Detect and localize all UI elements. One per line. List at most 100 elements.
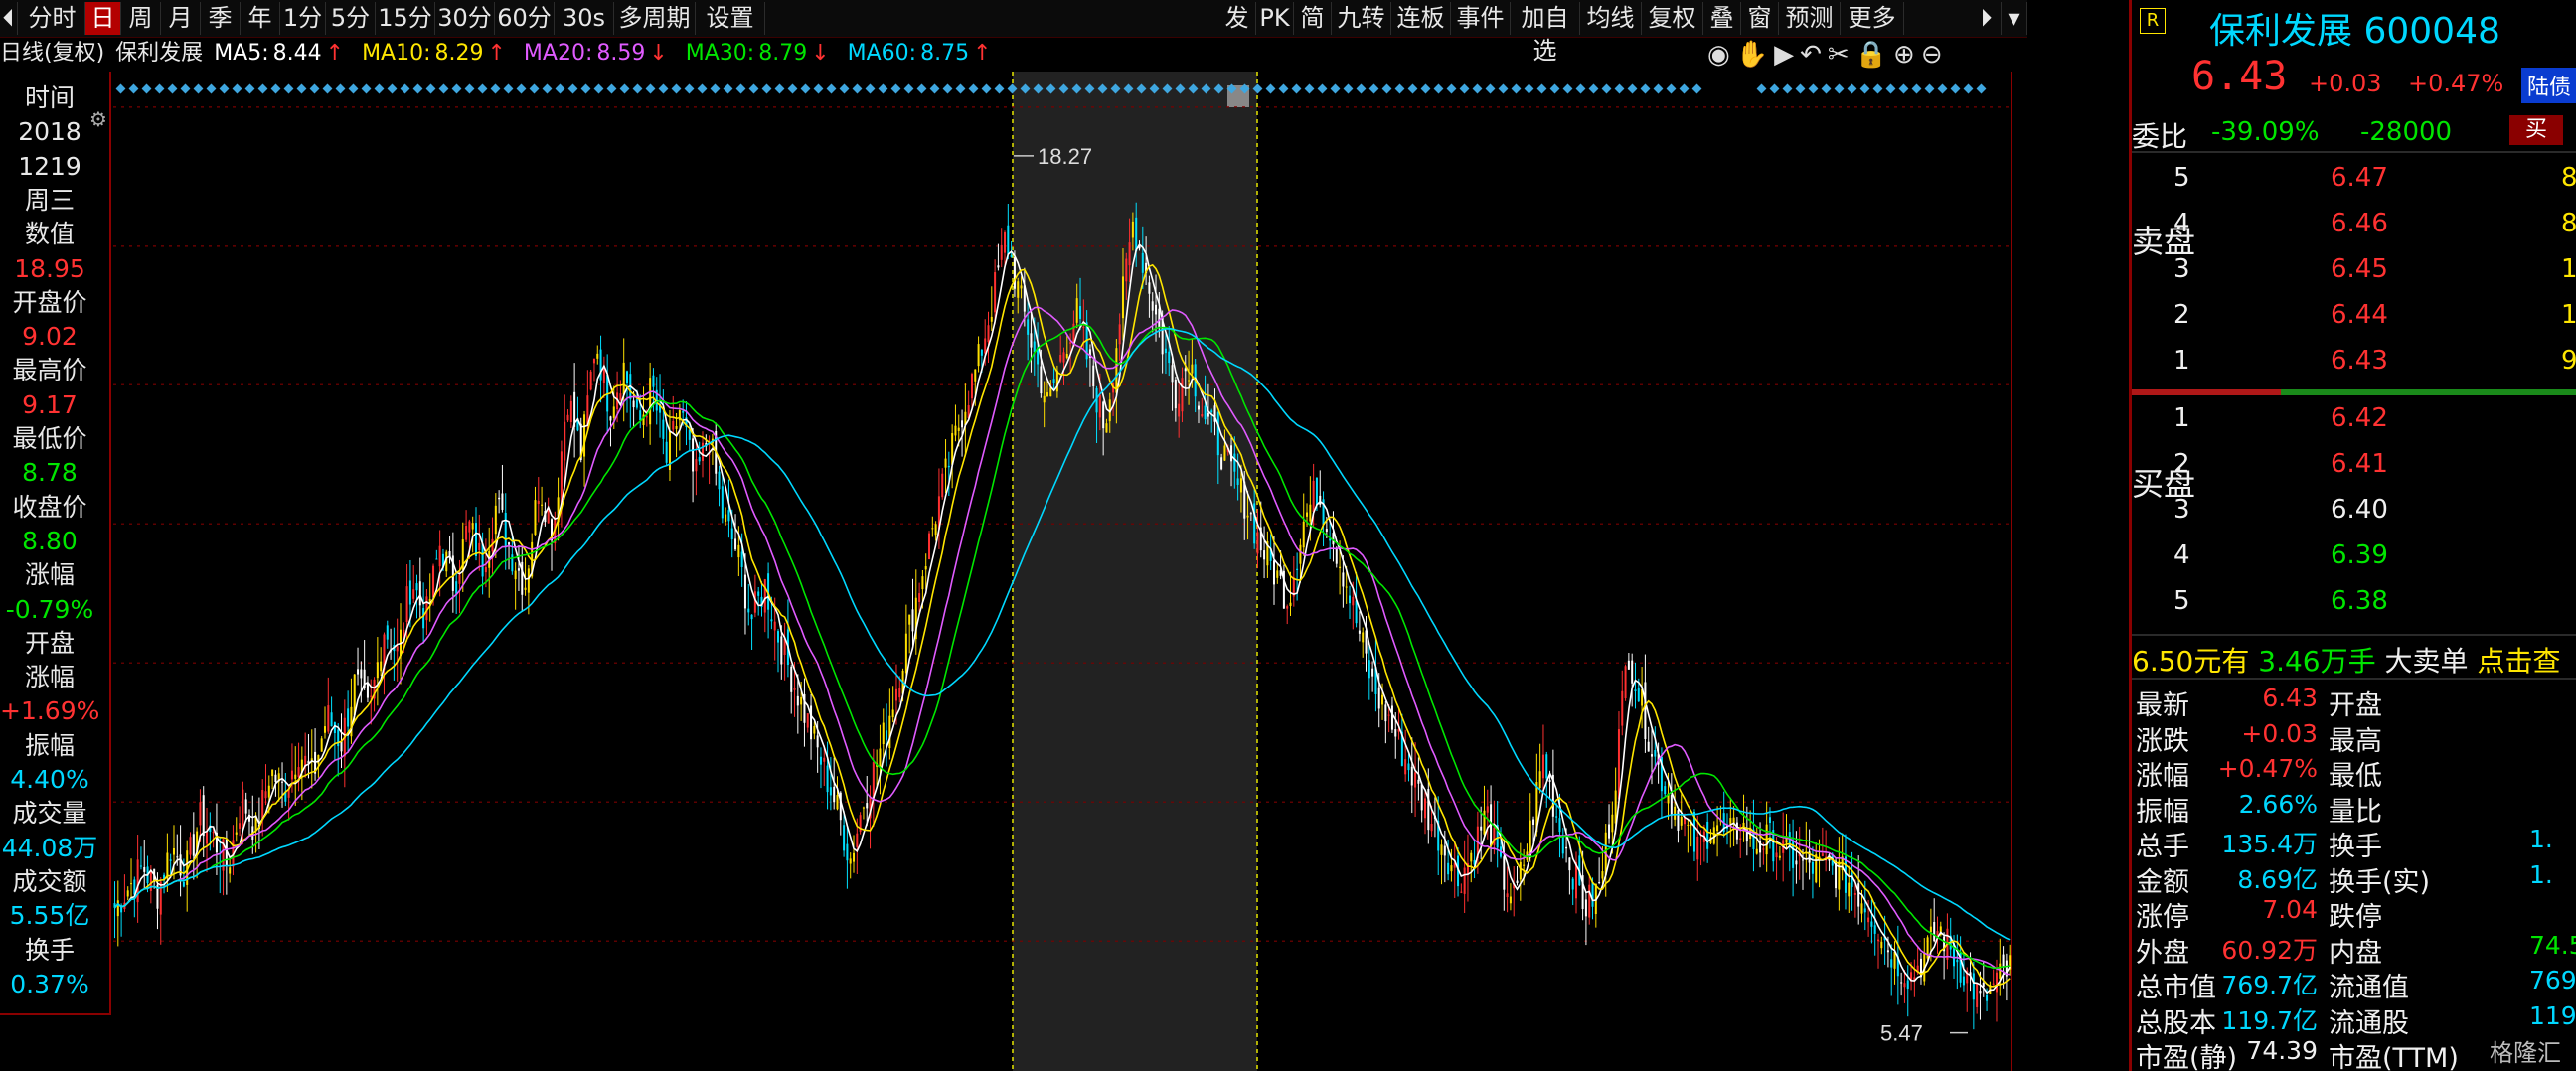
event-marker[interactable] [361,83,372,94]
event-marker[interactable] [1924,83,1935,94]
event-marker[interactable] [115,83,126,94]
event-marker[interactable] [929,83,940,94]
event-marker[interactable] [787,83,798,94]
buy-button[interactable]: 买 [2509,115,2563,145]
event-marker[interactable] [232,83,242,94]
event-marker[interactable] [1898,83,1909,94]
event-marker[interactable] [387,83,398,94]
big-order-link[interactable]: 点击查 [2477,645,2560,678]
event-marker[interactable] [335,83,346,94]
event-marker[interactable] [1847,83,1857,94]
event-marker[interactable] [684,83,695,94]
event-marker[interactable] [219,83,230,94]
event-marker[interactable] [141,83,152,94]
event-marker[interactable] [283,83,294,94]
bid-price[interactable]: 6.42 [2331,403,2388,433]
event-marker[interactable] [464,83,475,94]
bid-price[interactable]: 6.39 [2331,540,2388,570]
event-marker[interactable] [1859,83,1870,94]
toolbar-right-0[interactable]: 发 [1218,2,1256,35]
event-marker[interactable] [167,83,178,94]
event-marker[interactable] [1588,83,1599,94]
event-marker[interactable] [206,83,217,94]
event-marker[interactable] [477,83,488,94]
zoom-in-icon[interactable]: ⊕ [1893,40,1921,70]
event-marker[interactable] [128,83,139,94]
event-marker[interactable] [1536,83,1547,94]
dropdown-icon[interactable]: ▾ [2002,2,2027,35]
ask-price[interactable]: 6.47 [2331,163,2388,193]
event-marker[interactable] [1368,83,1379,94]
event-marker[interactable] [309,83,320,94]
event-marker[interactable] [1885,83,1896,94]
event-marker[interactable] [606,83,617,94]
event-marker[interactable] [1485,83,1496,94]
event-marker[interactable] [955,83,966,94]
event-marker[interactable] [1381,83,1392,94]
event-marker[interactable] [1782,83,1793,94]
toolbar-right-3[interactable]: 九转 [1332,2,1391,35]
event-marker[interactable] [516,83,527,94]
event-marker[interactable] [735,83,746,94]
toolbar-tab-2[interactable]: 周 [121,2,161,35]
event-marker[interactable] [438,83,449,94]
event-marker[interactable] [968,83,979,94]
event-marker[interactable] [1524,83,1534,94]
bid-price[interactable]: 6.41 [2331,449,2388,479]
event-marker[interactable] [1343,83,1354,94]
event-marker[interactable] [1472,83,1483,94]
event-marker[interactable] [723,83,733,94]
toolbar-tab-0[interactable]: 分时 [20,2,85,35]
ask-price[interactable]: 6.45 [2331,254,2388,284]
event-marker[interactable] [1356,83,1367,94]
event-marker[interactable] [1394,83,1405,94]
toolbar-tab-13[interactable]: 设置 [696,2,765,35]
big-order-line[interactable]: 6.50元有 3.46万手 大卖单 点击查 [2132,640,2560,680]
lock-icon[interactable]: 🔒 [1855,40,1893,70]
event-marker[interactable] [567,83,578,94]
event-marker[interactable] [903,83,914,94]
event-marker[interactable] [529,83,540,94]
event-marker[interactable] [451,83,462,94]
event-marker[interactable] [1511,83,1522,94]
event-marker[interactable] [1601,83,1612,94]
event-marker[interactable] [748,83,759,94]
toolbar-tab-5[interactable]: 年 [241,2,280,35]
toolbar-right-8[interactable]: 复权 [1642,2,1703,35]
toolbar-tab-12[interactable]: 多周期 [614,2,696,35]
event-marker[interactable] [1446,83,1457,94]
event-marker[interactable] [257,83,268,94]
event-marker[interactable] [1459,83,1470,94]
event-marker[interactable] [180,83,191,94]
scissors-icon[interactable]: ✂ [1828,40,1855,70]
event-marker[interactable] [878,83,888,94]
event-marker[interactable] [839,83,850,94]
event-marker[interactable] [942,83,953,94]
event-marker[interactable] [1278,83,1289,94]
event-marker[interactable] [1433,83,1444,94]
bid-price[interactable]: 6.40 [2331,495,2388,525]
event-marker[interactable] [865,83,876,94]
toolbar-right-2[interactable]: 简 [1294,2,1332,35]
toolbar-tab-7[interactable]: 5分 [326,2,376,35]
event-marker[interactable] [1627,83,1638,94]
toolbar-tab-10[interactable]: 60分 [495,2,555,35]
toolbar-right-11[interactable]: 预测 [1779,2,1841,35]
hand-icon[interactable]: ✋ [1736,40,1774,70]
event-marker[interactable] [1498,83,1509,94]
event-marker[interactable] [296,83,307,94]
event-marker[interactable] [193,83,204,94]
toolbar-tab-4[interactable]: 季 [201,2,241,35]
event-marker[interactable] [322,83,333,94]
event-marker[interactable] [425,83,436,94]
event-marker[interactable] [1834,83,1845,94]
event-marker[interactable] [1769,83,1780,94]
event-marker[interactable] [412,83,423,94]
expand-icon[interactable]: ⏵ [1972,2,2002,35]
event-marker[interactable] [813,83,824,94]
event-marker[interactable] [542,83,553,94]
toolbar-right-1[interactable]: PK [1256,2,1294,35]
event-marker[interactable] [1911,83,1922,94]
toolbar-tab-3[interactable]: 月 [161,2,201,35]
toolbar-tab-11[interactable]: 30s [555,2,614,35]
